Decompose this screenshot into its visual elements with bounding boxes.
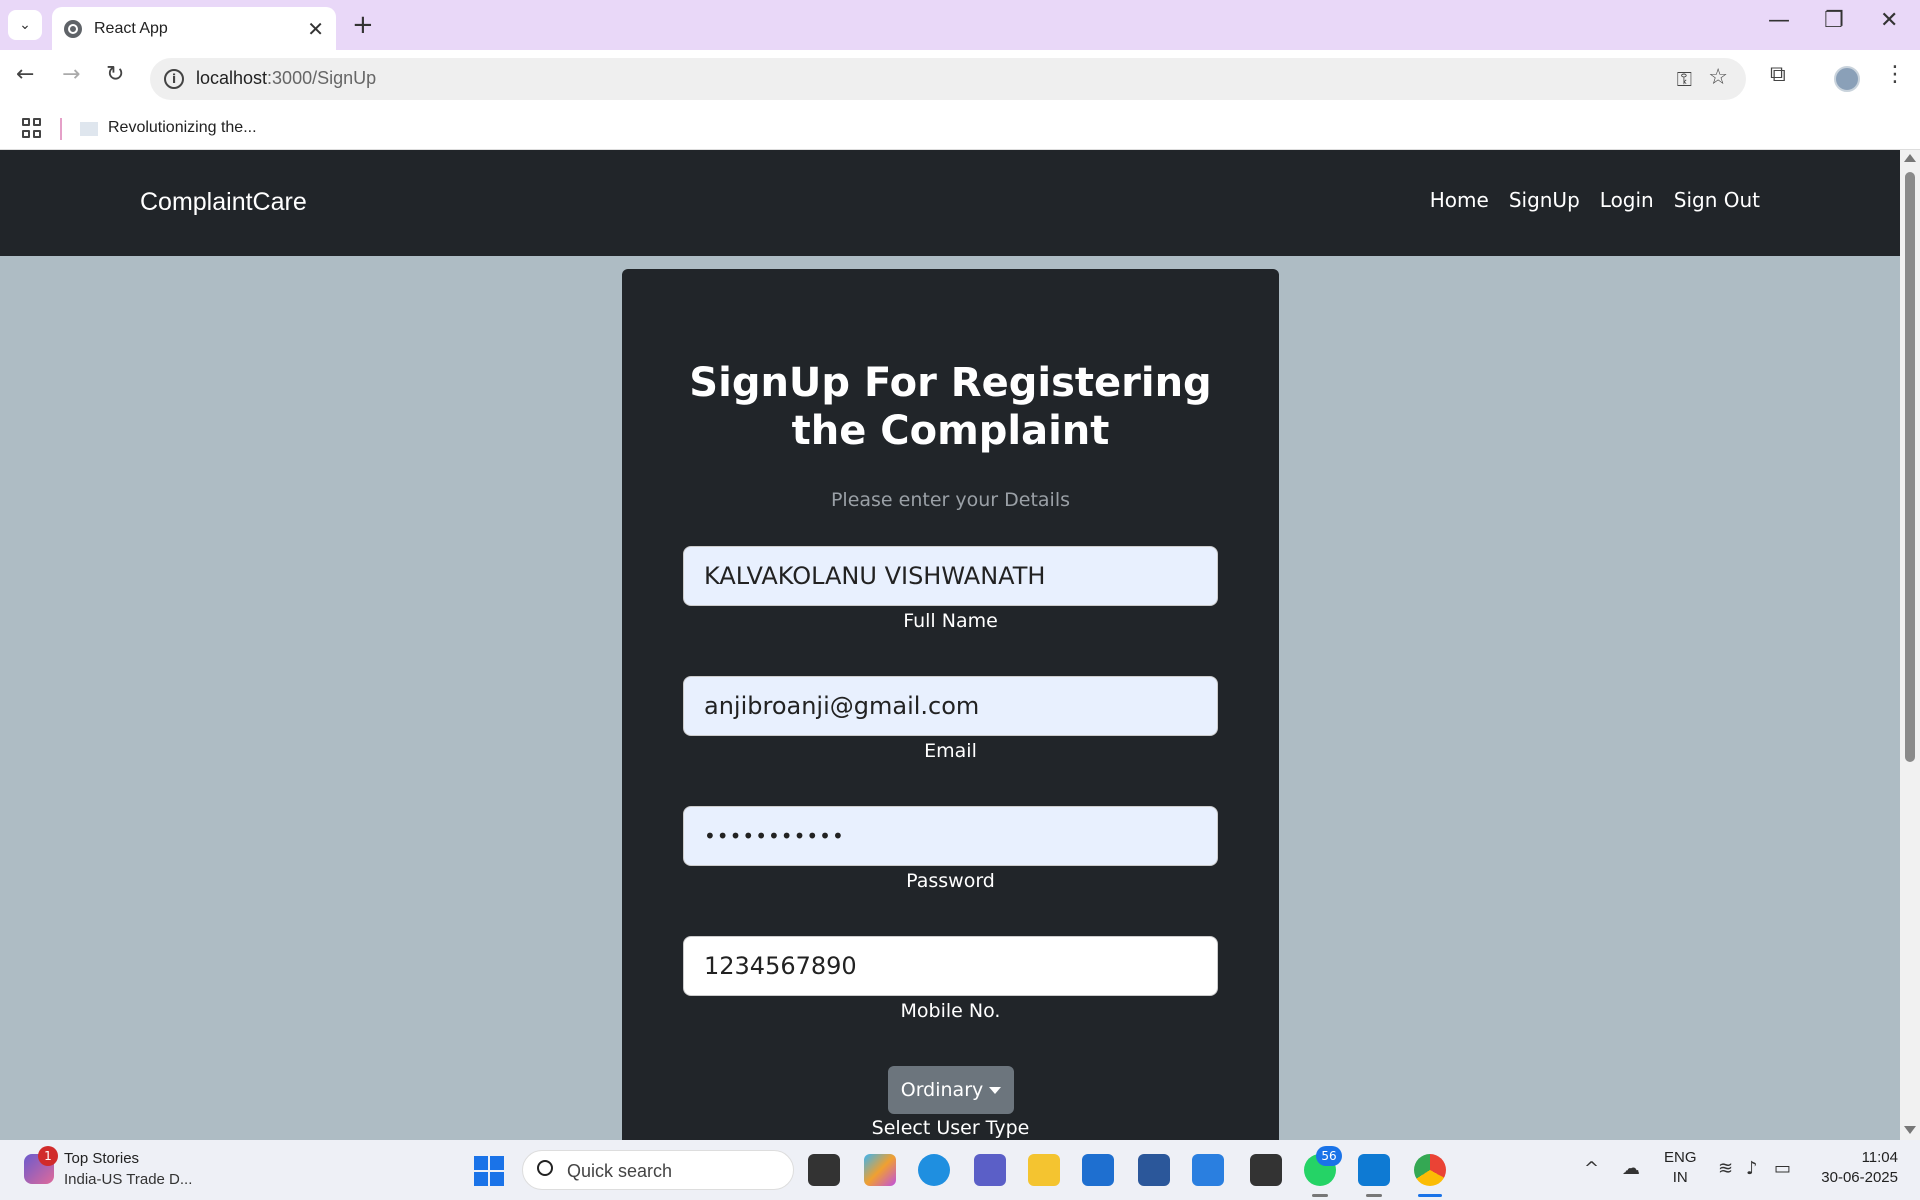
running-indicator <box>1312 1194 1328 1197</box>
running-indicator <box>1366 1194 1382 1197</box>
bookmarks-bar: Revolutionizing the... <box>0 108 1920 150</box>
menu-dots-icon[interactable]: ⋮ <box>1884 62 1906 87</box>
edge-icon[interactable] <box>918 1154 950 1186</box>
forward-icon[interactable]: → <box>62 62 80 87</box>
bookmark-separator <box>60 118 62 140</box>
user-type-value: Ordinary <box>900 1079 984 1101</box>
news-badge: 1 <box>38 1146 58 1166</box>
battery-icon[interactable]: ▭ <box>1774 1158 1791 1179</box>
tab-search-chevron-icon[interactable]: ⌄ <box>8 10 42 40</box>
url-text[interactable]: localhost:3000/SignUp <box>196 68 376 89</box>
teams-icon[interactable] <box>974 1154 1006 1186</box>
browser-toolbar: ← → ↻ i localhost:3000/SignUp ⚿ ☆ ⧉ ⋮ <box>0 50 1920 108</box>
language-indicator[interactable]: ENG IN <box>1664 1148 1697 1188</box>
back-icon[interactable]: ← <box>16 62 34 87</box>
clock[interactable]: 11:04 30-06-2025 <box>1818 1148 1898 1188</box>
nav-links: Home SignUp Login Sign Out <box>1430 188 1760 212</box>
address-bar[interactable]: i localhost:3000/SignUp ⚿ ☆ <box>150 58 1746 100</box>
bookmark-star-icon[interactable]: ☆ <box>1708 65 1728 90</box>
caret-down-icon <box>989 1086 1002 1094</box>
restore-icon[interactable]: ❐ <box>1824 8 1844 33</box>
search-placeholder: Quick search <box>567 1161 673 1181</box>
taskbar-search[interactable]: Quick search <box>522 1150 794 1190</box>
site-info-icon[interactable]: i <box>164 69 184 89</box>
volume-icon[interactable]: ♪ <box>1746 1158 1758 1179</box>
bookmark-item[interactable]: Revolutionizing the... <box>108 119 257 137</box>
full-name-input[interactable]: KALVAKOLANU VISHWANATH <box>683 546 1218 606</box>
profile-avatar[interactable] <box>1834 66 1860 92</box>
user-type-dropdown[interactable]: Ordinary <box>888 1066 1014 1114</box>
extensions-icon[interactable]: ⧉ <box>1770 62 1786 87</box>
new-tab-icon[interactable]: + <box>352 10 374 40</box>
browser-tab-strip: ⌄ React App ✕ + — ❐ ✕ <box>0 0 1920 50</box>
scroll-up-icon[interactable] <box>1904 154 1916 162</box>
word-icon[interactable] <box>1138 1154 1170 1186</box>
minimize-icon[interactable]: — <box>1768 8 1790 33</box>
app-navbar: ComplaintCare Home SignUp Login Sign Out <box>0 150 1900 256</box>
news-title[interactable]: Top Stories <box>64 1150 139 1167</box>
page-title: SignUp For Registering the Complaint <box>689 360 1212 454</box>
onedrive-icon[interactable]: ☁ <box>1622 1158 1640 1179</box>
scroll-down-icon[interactable] <box>1904 1126 1916 1134</box>
notepad-icon[interactable] <box>1192 1154 1224 1186</box>
news-subtitle[interactable]: India-US Trade D... <box>64 1171 192 1188</box>
active-indicator <box>1418 1194 1442 1197</box>
file-explorer-icon[interactable] <box>1028 1154 1060 1186</box>
brand-link[interactable]: ComplaintCare <box>140 188 307 217</box>
search-icon <box>537 1160 553 1176</box>
nav-signup[interactable]: SignUp <box>1509 188 1580 212</box>
password-key-icon[interactable]: ⚿ <box>1677 67 1692 91</box>
reload-icon[interactable]: ↻ <box>106 62 124 87</box>
nav-login[interactable]: Login <box>1600 188 1654 212</box>
whatsapp-badge: 56 <box>1316 1146 1342 1166</box>
w-app-icon[interactable] <box>1250 1154 1282 1186</box>
full-name-label: Full Name <box>903 610 998 632</box>
nav-signout[interactable]: Sign Out <box>1674 188 1760 212</box>
wifi-icon[interactable]: ≋ <box>1718 1158 1733 1179</box>
email-input[interactable]: anjibroanji@gmail.com <box>683 676 1218 736</box>
user-type-label: Select User Type <box>871 1117 1030 1139</box>
task-view-icon[interactable] <box>808 1154 840 1186</box>
page-scrollbar[interactable] <box>1900 150 1920 1140</box>
nav-home[interactable]: Home <box>1430 188 1489 212</box>
bookmark-favicon-icon <box>80 122 98 136</box>
windows-start-icon[interactable] <box>474 1156 504 1186</box>
windows-taskbar: 1 Top Stories India-US Trade D... Quick … <box>0 1140 1920 1200</box>
chrome-icon[interactable] <box>1414 1154 1446 1186</box>
tray-chevron-icon[interactable]: ^ <box>1584 1158 1599 1179</box>
email-label: Email <box>924 740 977 762</box>
scroll-thumb[interactable] <box>1905 172 1915 762</box>
browser-tab[interactable]: React App ✕ <box>52 7 336 50</box>
close-tab-icon[interactable]: ✕ <box>307 17 324 41</box>
vscode-icon[interactable] <box>1358 1154 1390 1186</box>
close-window-icon[interactable]: ✕ <box>1880 8 1898 33</box>
apps-grid-icon[interactable] <box>22 118 42 138</box>
mobile-input[interactable]: 1234567890 <box>683 936 1218 996</box>
signup-card: SignUp For Registering the Complaint Ple… <box>622 269 1279 1140</box>
store-icon[interactable] <box>1082 1154 1114 1186</box>
page-subtitle: Please enter your Details <box>830 489 1071 511</box>
copilot-icon[interactable] <box>864 1154 896 1186</box>
globe-icon <box>64 19 82 38</box>
tab-title: React App <box>94 19 168 37</box>
password-label: Password <box>906 870 995 892</box>
mobile-label: Mobile No. <box>900 1000 1001 1022</box>
password-input[interactable]: ••••••••••• <box>683 806 1218 866</box>
